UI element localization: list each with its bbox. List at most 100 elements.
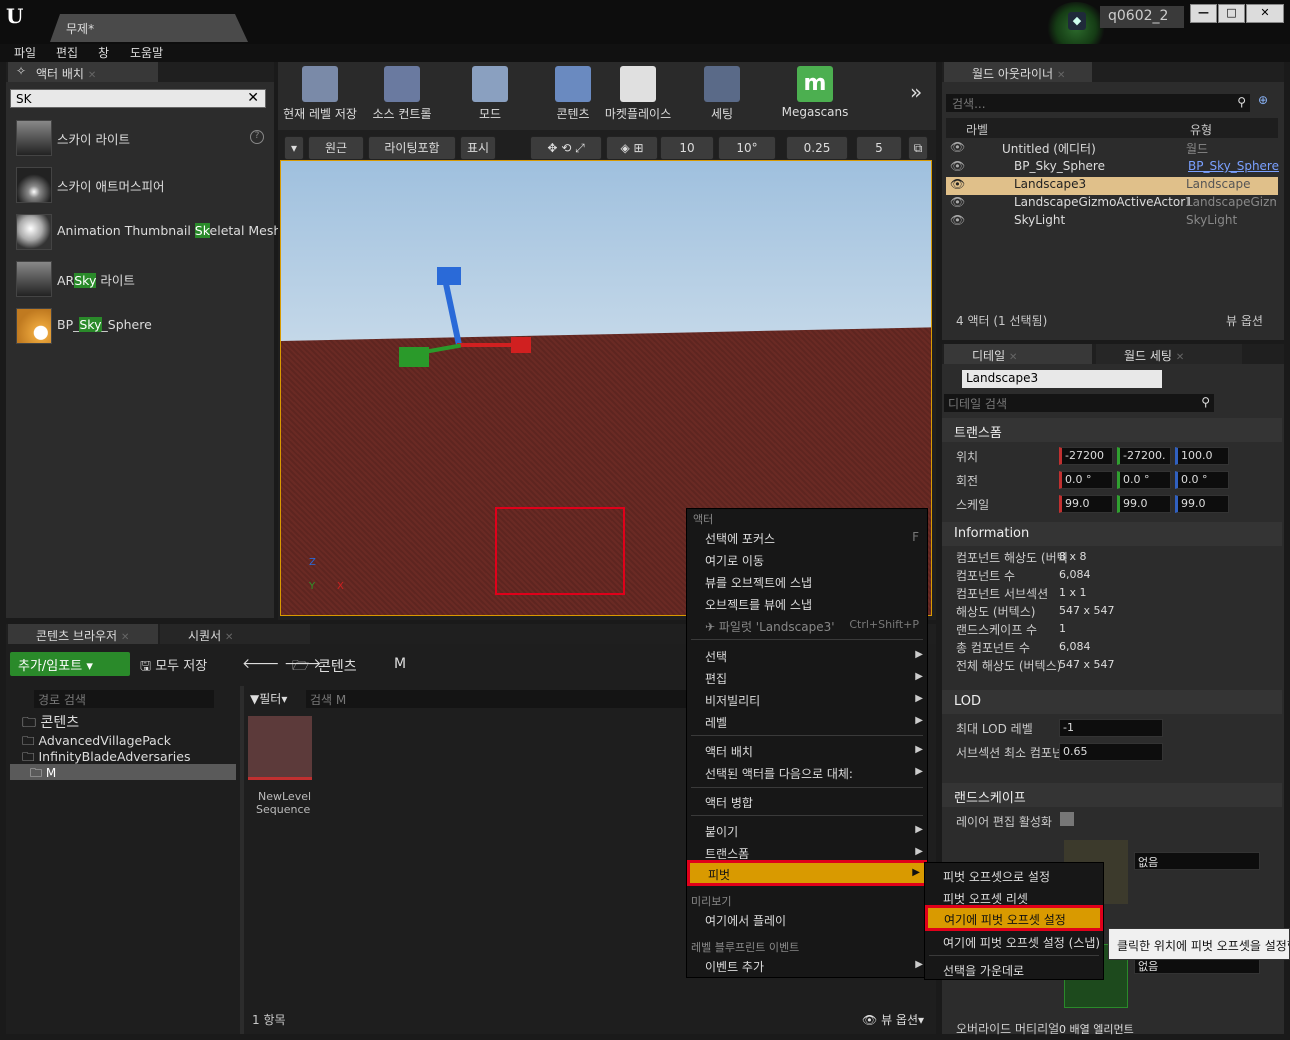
scale-label[interactable]: 스케일 (956, 496, 989, 513)
tab-content-browser[interactable]: 콘텐츠 브라우저 ✕ (8, 624, 158, 644)
path-search-input[interactable]: 경로 검색 (34, 690, 214, 708)
place-actors-search-input[interactable]: SK ✕ (10, 89, 266, 108)
close-icon[interactable]: ✕ (1009, 352, 1017, 363)
tab-world-settings[interactable]: 월드 세팅 ✕ (1096, 344, 1242, 364)
path-root[interactable]: 콘텐츠 (318, 656, 357, 676)
rotation-y-field[interactable]: 0.0 ° (1117, 471, 1171, 489)
content-button[interactable]: 콘텐츠 (544, 62, 602, 121)
close-window-button[interactable]: ✕ (1246, 4, 1284, 23)
object-name-input[interactable]: Landscape3 (962, 370, 1162, 388)
place-item-arsky-light[interactable]: ARSky 라이트 (10, 257, 268, 301)
menu-edit[interactable]: 편집 (56, 44, 78, 61)
tree-root[interactable]: 🗀 콘텐츠 (10, 712, 236, 732)
outliner-row[interactable]: 👁 Untitled (에디터) 월드 (946, 140, 1278, 158)
close-icon[interactable]: ✕ (1176, 352, 1184, 363)
pivot-center-selection[interactable]: 선택을 가운데로 (925, 959, 1103, 981)
source-control-button[interactable]: 소스 컨트롤 (364, 62, 440, 121)
lod-section[interactable]: LOD (942, 690, 1282, 714)
viewport-options-button[interactable]: ▾ (284, 136, 304, 160)
rotation-x-field[interactable]: 0.0 ° (1059, 471, 1113, 489)
pivot-set-here[interactable]: 여기에 피벗 오프셋 설정 (925, 905, 1103, 931)
camera-speed-button[interactable]: 5 (856, 136, 902, 160)
location-label[interactable]: 위치 (956, 448, 978, 465)
level-sequence-asset-icon[interactable] (248, 716, 312, 780)
ctx-level[interactable]: 레벨 ▶ (687, 711, 927, 733)
ctx-attach[interactable]: 붙이기 ▶ (687, 820, 927, 842)
material-dropdown[interactable]: 없음 (1134, 852, 1260, 870)
outliner-add-icon[interactable]: ⊕ (1258, 93, 1268, 107)
transform-mode-buttons[interactable]: ✥ ⟲ ⤢ (530, 136, 602, 160)
ctx-snap-view-to-object[interactable]: 뷰를 오브젝트에 스냅 (687, 571, 927, 593)
clear-search-icon[interactable]: ✕ (247, 90, 259, 106)
location-y-field[interactable]: -27200. (1117, 447, 1171, 465)
toolbar-more-icon[interactable]: » (910, 80, 922, 104)
ctx-pivot[interactable]: 피벗 ▶ (687, 860, 927, 886)
asset-search-input[interactable]: 검색 M (306, 690, 690, 708)
settings-button[interactable]: 세팅 (692, 62, 752, 121)
tab-details[interactable]: 디테일 ✕ (944, 344, 1092, 364)
tab-world-outliner[interactable]: 월드 아웃라이너 ✕ (944, 62, 1092, 82)
ctx-move-here[interactable]: 여기로 이동 (687, 549, 927, 571)
source-control-badge-icon[interactable]: ◆ (1068, 12, 1086, 30)
ctx-add-event[interactable]: 이벤트 추가 ▶ (687, 955, 927, 977)
scale-snap-button[interactable]: 0.25 (786, 136, 848, 160)
lighting-button[interactable]: 라이팅포함 (368, 136, 456, 160)
grid-snap-button[interactable]: 10 (660, 136, 714, 160)
lod-max-field[interactable]: -1 (1059, 719, 1163, 737)
ctx-place-actor[interactable]: 액터 배치 ▶ (687, 740, 927, 762)
ctx-snap-object-to-view[interactable]: 오브젝트를 뷰에 스냅 (687, 593, 927, 615)
ctx-edit[interactable]: 편집 ▶ (687, 667, 927, 689)
place-item-anim-thumbnail[interactable]: Animation Thumbnail Skeletal Mesh (10, 210, 281, 254)
minimize-button[interactable]: — (1190, 4, 1217, 23)
maximize-button[interactable]: □ (1218, 4, 1245, 23)
save-all-button[interactable]: 🖫 모두 저장 (140, 655, 207, 679)
place-item-sky-atmosphere[interactable]: 스카이 애트머스피어 (10, 163, 268, 207)
tree-item-selected[interactable]: 🗀 M (10, 764, 236, 780)
scale-z-field[interactable]: 99.0 (1175, 495, 1229, 513)
location-x-field[interactable]: -27200 (1059, 447, 1113, 465)
menu-help[interactable]: 도움말 (130, 44, 163, 61)
col-type-header[interactable]: 유형 (1190, 121, 1212, 138)
gizmo-x-axis[interactable] (457, 343, 517, 347)
tab-place-actors[interactable]: 액터 배치 ✕ (8, 62, 158, 82)
close-icon[interactable]: ✕ (225, 632, 233, 643)
col-label-header[interactable]: 라벨 (966, 121, 988, 138)
layer-edit-checkbox[interactable] (1060, 812, 1074, 826)
save-level-button[interactable]: 현재 레벨 저장 (282, 62, 358, 121)
add-import-button[interactable]: 추가/임포트 ▾ (10, 652, 130, 676)
filter-button[interactable]: ▼필터▾ (250, 690, 287, 707)
place-item-bp-sky-sphere[interactable]: BP_Sky_Sphere (10, 304, 268, 348)
pivot-set-here-snap[interactable]: 여기에 피벗 오프셋 설정 (스냅) (925, 931, 1103, 953)
gizmo-z-handle[interactable] (437, 267, 461, 285)
maximize-viewport-button[interactable]: ⧉ (908, 136, 928, 160)
location-z-field[interactable]: 100.0 (1175, 447, 1229, 465)
ctx-pilot[interactable]: ✈ 파일럿 'Landscape3' Ctrl+Shift+P (687, 615, 927, 637)
outliner-row[interactable]: 👁 LandscapeGizmoActiveActor1 LandscapeGizm… (946, 195, 1278, 213)
ctx-merge-actors[interactable]: 액터 병합 (687, 791, 927, 813)
tab-sequencer[interactable]: 시퀀서 ✕ (160, 624, 310, 644)
path-sub[interactable]: M (394, 656, 406, 672)
document-tab[interactable]: 무제* (50, 14, 248, 42)
information-section[interactable]: Information (942, 522, 1282, 546)
details-search-input[interactable]: 디테일 검색 ⚲ (944, 394, 1214, 412)
nav-back-forward-icon[interactable]: 🡐 🡒 (242, 655, 322, 672)
coord-space-buttons[interactable]: ◈ ⊞ (606, 136, 658, 160)
outliner-row[interactable]: 👁 BP_Sky_Sphere BP_Sky_Sphere (946, 159, 1279, 177)
landscape-section[interactable]: 랜드스케이프 (942, 783, 1282, 807)
gizmo-z-axis[interactable] (441, 277, 463, 347)
pivot-set-as-offset[interactable]: 피벗 오프셋으로 설정 (925, 865, 1103, 887)
gizmo-x-handle[interactable] (511, 337, 531, 353)
ctx-replace-actor[interactable]: 선택된 액터를 다음으로 대체: ▶ (687, 762, 927, 784)
cb-view-options[interactable]: 👁 뷰 옵션▾ (862, 1011, 924, 1028)
ctx-play-here[interactable]: 여기에서 플레이 (687, 909, 927, 931)
rotation-z-field[interactable]: 0.0 ° (1175, 471, 1229, 489)
close-icon[interactable]: ✕ (121, 632, 129, 643)
ctx-visibility[interactable]: 비저빌리티 ▶ (687, 689, 927, 711)
menu-window[interactable]: 창 (98, 44, 109, 61)
close-icon[interactable]: ✕ (88, 70, 96, 81)
scale-x-field[interactable]: 99.0 (1059, 495, 1113, 513)
rotation-label[interactable]: 회전 (956, 472, 978, 489)
menu-file[interactable]: 파일 (14, 44, 36, 61)
gizmo-y-handle[interactable] (399, 347, 429, 367)
megascans-button[interactable]: m Megascans (780, 62, 850, 120)
